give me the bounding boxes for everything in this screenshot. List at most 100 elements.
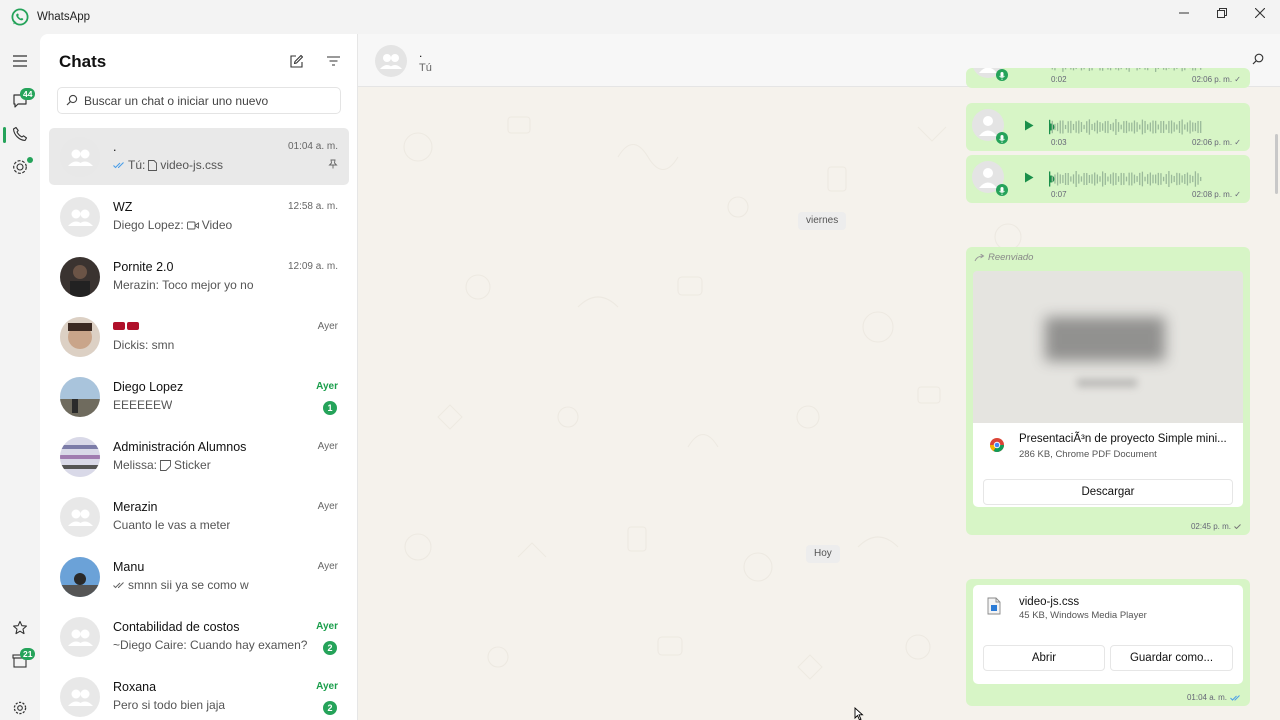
chat-list-item[interactable]: Dickis: smn Ayer (49, 308, 349, 368)
audio-waveform[interactable] (1049, 166, 1209, 192)
chat-name: Merazin (113, 500, 158, 514)
chat-preview: Diego Lopez: Video (113, 218, 233, 232)
calls-nav-button[interactable] (8, 122, 32, 146)
chat-list-item[interactable]: Merazin Cuanto le vas a meter Ayer (49, 488, 349, 548)
navigation-rail: 44 21 (0, 34, 40, 720)
sticker-icon (160, 459, 171, 471)
mic-icon (996, 132, 1008, 144)
css-document-message[interactable]: video-js.css 45 KB, Windows Media Player… (966, 579, 1250, 706)
chat-avatar[interactable] (60, 317, 100, 357)
play-icon[interactable] (1024, 172, 1034, 183)
chat-time: Ayer (316, 381, 338, 392)
scrollbar[interactable] (1275, 134, 1278, 194)
chat-time: 12:09 a. m. (287, 261, 338, 272)
app-title: WhatsApp (37, 11, 91, 23)
chat-time: 01:04 a. m. (287, 141, 338, 152)
close-button[interactable] (1241, 0, 1279, 26)
chat-preview: EEEEEEW (113, 398, 173, 412)
document-file-name: PresentaciÃ³n de proyecto Simple mini... (1019, 433, 1227, 445)
save-as-button[interactable]: Guardar como... (1110, 645, 1233, 671)
archive-badge: 21 (20, 648, 36, 660)
active-indicator (3, 127, 6, 143)
chat-avatar[interactable] (60, 377, 100, 417)
filter-button[interactable] (324, 52, 342, 70)
title-bar: WhatsApp (0, 0, 1280, 34)
unread-badge: 2 (323, 701, 337, 715)
mic-icon (996, 184, 1008, 196)
chat-avatar[interactable] (60, 197, 100, 237)
chat-preview: smnn sii ya se como w (113, 578, 249, 592)
chat-list-item[interactable]: Manu smnn sii ya se como w Ayer (49, 548, 349, 608)
starred-icon (13, 620, 27, 635)
chat-name: WZ (113, 200, 133, 214)
chat-list: . Tú: video-js.css 01:04 a. m. WZ Diego … (49, 128, 349, 720)
menu-button[interactable] (8, 49, 32, 73)
download-button[interactable]: Descargar (983, 479, 1233, 505)
voice-duration: 0:02 (1051, 75, 1067, 84)
chat-list-item[interactable]: . Tú: video-js.css 01:04 a. m. (49, 128, 349, 185)
chat-avatar[interactable] (60, 557, 100, 597)
forwarded-label: Reenviado (974, 252, 1033, 263)
contact-name: . (419, 46, 423, 60)
chat-list-item[interactable]: Roxana Pero si todo bien jaja Ayer 2 (49, 668, 349, 720)
chat-preview: Pero si todo bien jaja (113, 698, 226, 712)
forwarded-document-message[interactable]: Reenviado PresentaciÃ³n de proyecto Simp… (966, 247, 1250, 535)
chat-avatar[interactable] (60, 677, 100, 717)
message-time: 02:06 p. m. ✓ (1192, 75, 1241, 84)
chat-preview: Tú: video-js.css (113, 158, 223, 172)
minimize-button[interactable] (1165, 0, 1203, 26)
status-icon (13, 160, 27, 174)
starred-nav-button[interactable] (8, 616, 32, 640)
chat-list-item[interactable]: Diego Lopez EEEEEEW Ayer 1 (49, 368, 349, 428)
document-preview-image[interactable] (973, 271, 1243, 423)
open-button[interactable]: Abrir (983, 645, 1105, 671)
chat-name: Diego Lopez (113, 380, 184, 394)
date-separator: viernes (798, 212, 847, 230)
search-in-chat-icon[interactable] (1252, 53, 1264, 65)
chat-preview: Cuanto le vas a meter (113, 518, 231, 532)
play-icon[interactable] (1024, 120, 1034, 131)
document-file-meta: 45 KB, Windows Media Player (1019, 610, 1147, 621)
default-group-avatar-icon (380, 54, 402, 69)
chat-avatar[interactable] (60, 617, 100, 657)
document-file-meta: 286 KB, Chrome PDF Document (1019, 449, 1157, 460)
unread-badge: 2 (323, 641, 337, 655)
contact-avatar[interactable] (375, 45, 407, 77)
chat-time: Ayer (317, 441, 338, 452)
chat-list-item[interactable]: Pornite 2.0 Merazin: Toco mejor yo no 12… (49, 248, 349, 308)
chat-list-item[interactable]: Contabilidad de costos ~Diego Caire: Cua… (49, 608, 349, 668)
chat-avatar[interactable] (60, 437, 100, 477)
close-icon (1255, 8, 1265, 18)
message-time: 02:06 p. m. ✓ (1192, 138, 1241, 147)
voice-message[interactable]: 0:07 02:08 p. m. ✓ (966, 155, 1250, 203)
search-box[interactable] (57, 87, 341, 114)
document-file-name: video-js.css (1019, 596, 1080, 608)
read-checks-icon (1230, 694, 1240, 701)
contact-subtitle: Tú (419, 62, 432, 74)
chat-avatar[interactable] (60, 497, 100, 537)
chat-avatar[interactable] (60, 257, 100, 297)
chats-badge: 44 (20, 88, 36, 100)
new-chat-button[interactable] (287, 52, 305, 70)
voice-message[interactable]: 0:03 02:06 p. m. ✓ (966, 103, 1250, 151)
search-input[interactable] (84, 92, 334, 110)
audio-waveform[interactable] (1049, 68, 1209, 77)
chat-list-item[interactable]: Administración Alumnos Melissa: Sticker … (49, 428, 349, 488)
chat-avatar[interactable] (60, 137, 100, 177)
chat-name: Roxana (113, 680, 157, 694)
chat-name: Contabilidad de costos (113, 620, 240, 634)
read-checks-icon (113, 161, 124, 168)
new-chat-icon (289, 54, 303, 68)
restore-button[interactable] (1203, 0, 1241, 26)
chat-time: Ayer (316, 621, 338, 632)
message-time: 01:04 a. m. (1187, 693, 1241, 702)
default-avatar-icon (68, 689, 93, 706)
whatsapp-logo-icon (11, 8, 29, 26)
audio-waveform[interactable] (1049, 114, 1209, 140)
settings-nav-button[interactable] (8, 696, 32, 720)
default-avatar-icon (68, 209, 93, 226)
chat-list-item[interactable]: WZ Diego Lopez: Video 12:58 a. m. (49, 188, 349, 248)
default-avatar-icon (68, 149, 93, 166)
voice-message[interactable]: 0:02 02:06 p. m. ✓ (966, 68, 1250, 88)
default-avatar-icon (68, 509, 93, 526)
